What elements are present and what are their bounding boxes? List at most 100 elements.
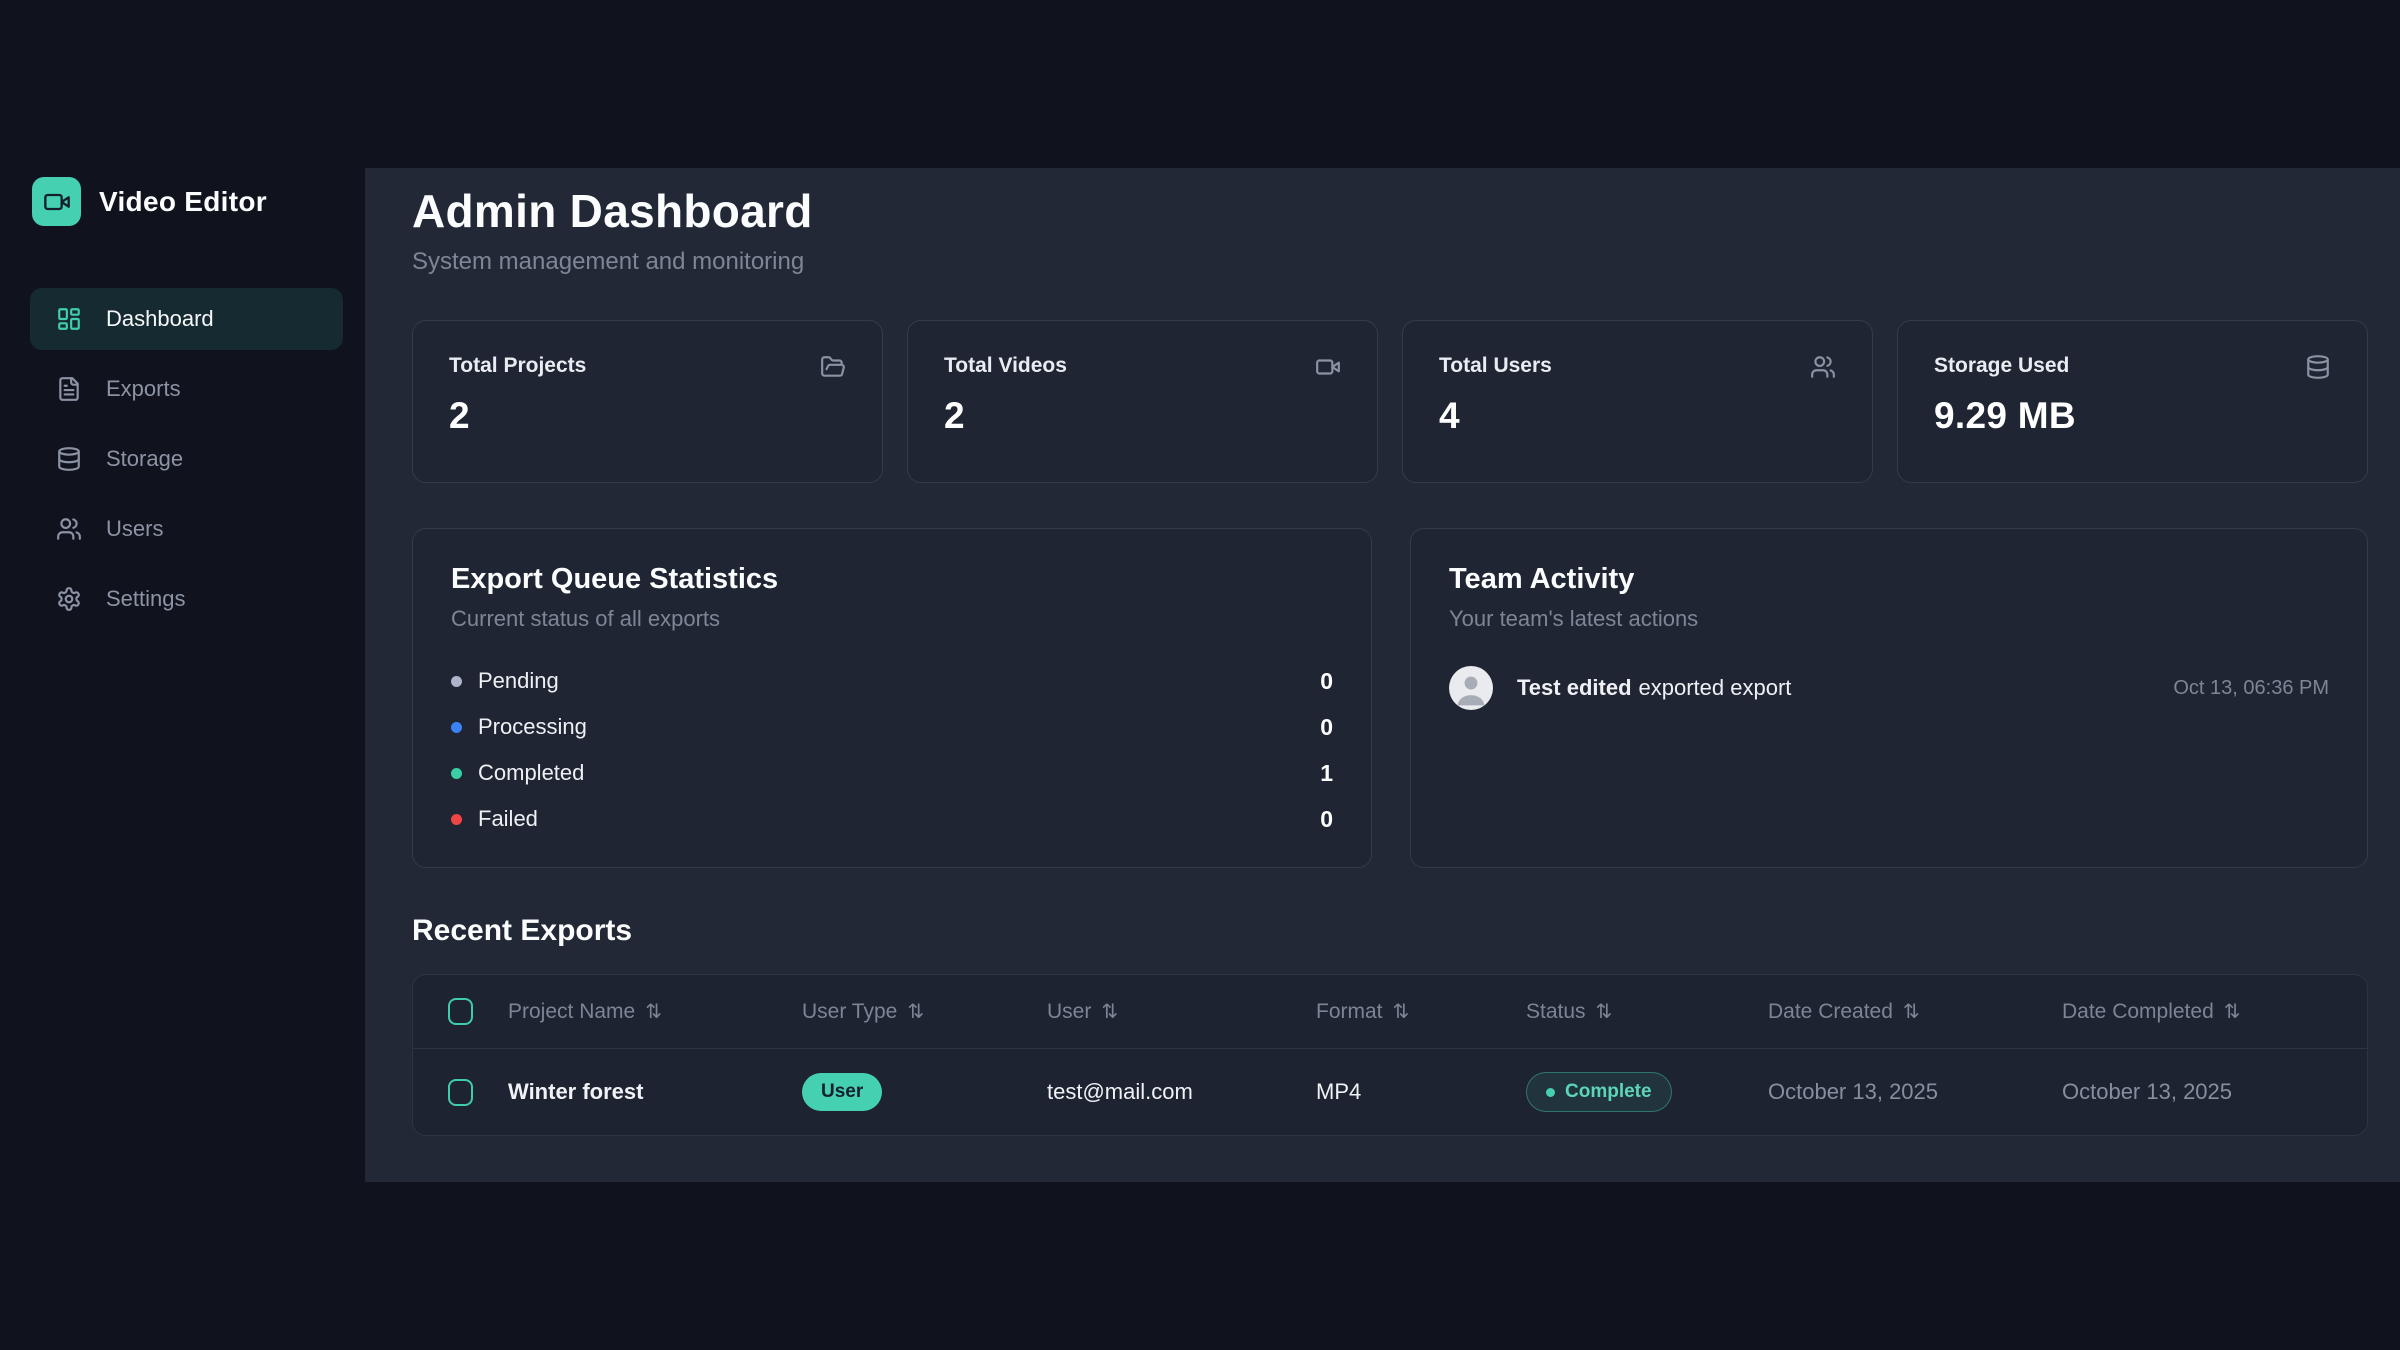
cell-user: test@mail.com: [1047, 1079, 1316, 1105]
stat-value: 2: [449, 395, 846, 437]
stat-value: 2: [944, 395, 1341, 437]
stat-value: 9.29 MB: [1934, 395, 2331, 437]
stat-cards: Total Projects 2 Total Videos 2 Total Us…: [412, 320, 2368, 483]
main-content: Admin Dashboard System management and mo…: [365, 168, 2400, 1182]
sort-icon[interactable]: ⇅: [1903, 999, 1920, 1024]
pending-dot-icon: [451, 676, 462, 687]
activity-text: Test edited exported export: [1517, 675, 2173, 701]
cell-date-created: October 13, 2025: [1768, 1079, 2062, 1105]
queue-item-processing: Processing 0: [451, 704, 1333, 750]
stat-label: Total Projects: [449, 354, 586, 378]
sort-icon[interactable]: ⇅: [645, 999, 662, 1024]
database-icon: [2305, 354, 2331, 380]
database-icon: [56, 446, 82, 472]
sidebar-item-users[interactable]: Users: [30, 498, 343, 560]
stat-card-total-videos: Total Videos 2: [907, 320, 1378, 483]
export-queue-list: Pending 0 Processing 0 Completed 1 Faile…: [451, 658, 1333, 842]
user-type-badge: User: [802, 1073, 882, 1111]
users-icon: [1810, 354, 1836, 380]
queue-label: Processing: [478, 714, 587, 740]
team-activity-title: Team Activity: [1449, 563, 2329, 596]
queue-item-failed: Failed 0: [451, 796, 1333, 842]
avatar: [1449, 666, 1493, 710]
cell-format: MP4: [1316, 1079, 1526, 1105]
table-row[interactable]: Winter forest User test@mail.com MP4 Com…: [413, 1049, 2367, 1135]
file-text-icon: [56, 376, 82, 402]
sidebar-item-label: Users: [106, 516, 163, 542]
activity-timestamp: Oct 13, 06:36 PM: [2173, 677, 2329, 700]
stat-label: Storage Used: [1934, 354, 2069, 378]
sidebar-item-label: Storage: [106, 446, 183, 472]
column-header-date-created[interactable]: Date Created⇅: [1768, 999, 2062, 1024]
completed-dot-icon: [451, 768, 462, 779]
sidebar-item-label: Settings: [106, 586, 186, 612]
team-activity-card: Team Activity Your team's latest actions…: [1410, 528, 2368, 868]
team-activity-subtitle: Your team's latest actions: [1449, 606, 2329, 632]
sidebar-item-label: Exports: [106, 376, 181, 402]
column-header-user[interactable]: User⇅: [1047, 999, 1316, 1024]
cell-user-type: User: [802, 1073, 1047, 1111]
failed-dot-icon: [451, 814, 462, 825]
sidebar-nav: Dashboard Exports Storage Users Settings: [30, 288, 343, 630]
users-icon: [56, 516, 82, 542]
status-badge: Complete: [1526, 1072, 1672, 1112]
video-icon: [1315, 354, 1341, 380]
activity-actor: Test edited: [1517, 675, 1632, 700]
status-dot-icon: [1546, 1088, 1555, 1097]
sort-icon[interactable]: ⇅: [2224, 999, 2241, 1024]
stat-card-total-users: Total Users 4: [1402, 320, 1873, 483]
app-title: Video Editor: [99, 186, 267, 218]
stat-card-total-projects: Total Projects 2: [412, 320, 883, 483]
stat-card-storage-used: Storage Used 9.29 MB: [1897, 320, 2368, 483]
sidebar-item-dashboard[interactable]: Dashboard: [30, 288, 343, 350]
recent-exports-table: Project Name⇅ User Type⇅ User⇅ Format⇅ S…: [412, 974, 2368, 1136]
column-header-status[interactable]: Status⇅: [1526, 999, 1768, 1024]
sort-icon[interactable]: ⇅: [1101, 999, 1118, 1024]
page-subtitle: System management and monitoring: [412, 248, 2368, 276]
queue-value: 0: [1320, 714, 1333, 741]
export-queue-title: Export Queue Statistics: [451, 563, 1333, 596]
middle-row: Export Queue Statistics Current status o…: [412, 528, 2368, 868]
sidebar-item-exports[interactable]: Exports: [30, 358, 343, 420]
stat-label: Total Users: [1439, 354, 1552, 378]
stat-value: 4: [1439, 395, 1836, 437]
export-queue-card: Export Queue Statistics Current status o…: [412, 528, 1372, 868]
sidebar-item-label: Dashboard: [106, 306, 214, 332]
sidebar-item-settings[interactable]: Settings: [30, 568, 343, 630]
stat-label: Total Videos: [944, 354, 1067, 378]
queue-label: Failed: [478, 806, 538, 832]
queue-value: 1: [1320, 760, 1333, 787]
cell-project-name: Winter forest: [508, 1079, 802, 1105]
processing-dot-icon: [451, 722, 462, 733]
layout-dashboard-icon: [56, 306, 82, 332]
video-logo-icon: [32, 177, 81, 226]
activity-action: exported export: [1639, 675, 1792, 700]
queue-item-completed: Completed 1: [451, 750, 1333, 796]
cell-date-completed: October 13, 2025: [2062, 1079, 2367, 1105]
select-all-checkbox[interactable]: [448, 998, 473, 1025]
column-header-date-completed[interactable]: Date Completed⇅: [2062, 999, 2367, 1024]
column-header-user-type[interactable]: User Type⇅: [802, 999, 1047, 1024]
column-header-format[interactable]: Format⇅: [1316, 999, 1526, 1024]
brand: Video Editor: [30, 177, 343, 226]
activity-item: Test edited exported export Oct 13, 06:36…: [1449, 666, 2329, 710]
table-header-row: Project Name⇅ User Type⇅ User⇅ Format⇅ S…: [413, 975, 2367, 1049]
queue-value: 0: [1320, 668, 1333, 695]
row-checkbox[interactable]: [448, 1079, 473, 1106]
page-title: Admin Dashboard: [412, 184, 2368, 238]
sort-icon[interactable]: ⇅: [1393, 999, 1410, 1024]
cell-status: Complete: [1526, 1072, 1768, 1112]
column-header-project-name[interactable]: Project Name⇅: [508, 999, 802, 1024]
sort-icon[interactable]: ⇅: [907, 999, 924, 1024]
queue-item-pending: Pending 0: [451, 658, 1333, 704]
recent-exports-title: Recent Exports: [412, 914, 2368, 948]
queue-label: Pending: [478, 668, 559, 694]
queue-value: 0: [1320, 806, 1333, 833]
queue-label: Completed: [478, 760, 584, 786]
folder-open-icon: [820, 354, 846, 380]
sort-icon[interactable]: ⇅: [1596, 999, 1613, 1024]
sidebar: Video Editor Dashboard Exports Storage U…: [0, 0, 365, 1350]
sidebar-item-storage[interactable]: Storage: [30, 428, 343, 490]
export-queue-subtitle: Current status of all exports: [451, 606, 1333, 632]
gear-icon: [56, 586, 82, 612]
